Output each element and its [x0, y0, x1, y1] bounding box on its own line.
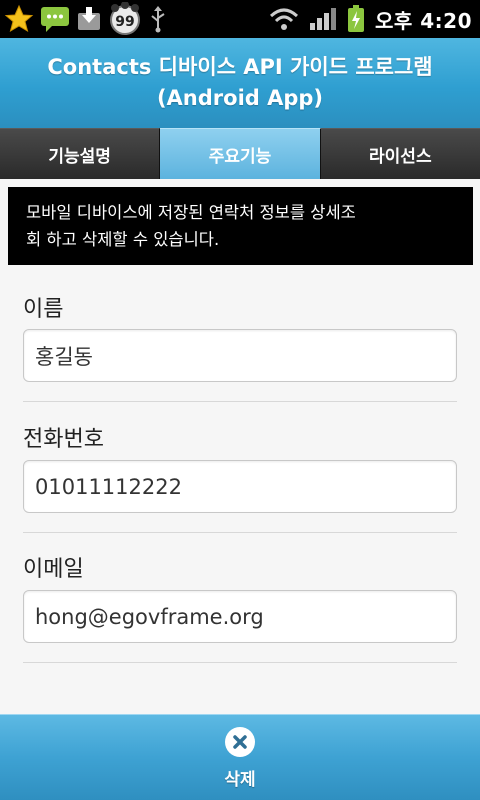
- tab-feature-description[interactable]: 기능설명: [0, 128, 161, 179]
- tab-main-features[interactable]: 주요기능: [160, 128, 321, 179]
- description-line-2: 회 하고 삭제할 수 있습니다.: [26, 230, 220, 249]
- header-title: Contacts 디바이스 API 가이드 프로그램: [47, 55, 433, 79]
- star-icon: [4, 4, 34, 34]
- status-bar-system: 오후 4:20: [269, 3, 472, 35]
- phone-label: 전화번호: [23, 427, 104, 452]
- divider: [23, 532, 457, 533]
- tab-license[interactable]: 라이선스: [320, 128, 480, 179]
- name-label: 이름: [23, 297, 64, 322]
- divider: [23, 662, 457, 663]
- message-icon: [40, 5, 70, 33]
- notification-badge-icon: 99: [108, 2, 142, 36]
- name-field[interactable]: [23, 329, 457, 382]
- signal-icon: [309, 7, 337, 31]
- delete-button-label: 삭제: [224, 769, 256, 790]
- status-bar-notifications: 99: [4, 2, 168, 36]
- wifi-icon: [269, 7, 299, 31]
- header-subtitle: (Android App): [156, 86, 324, 110]
- clock-time: 오후 4:20: [374, 8, 472, 33]
- battery-charging-icon: [347, 5, 365, 33]
- divider: [23, 401, 457, 402]
- download-icon: [76, 5, 102, 33]
- app-header: Contacts 디바이스 API 가이드 프로그램 (Android App): [0, 38, 480, 128]
- delete-button[interactable]: 삭제: [0, 715, 480, 800]
- status-bar: 99 오후 4:20: [0, 0, 480, 38]
- tab-bar: 기능설명 주요기능 라이선스: [0, 128, 480, 179]
- description-box: 모바일 디바이스에 저장된 연락처 정보를 상세조 회 하고 삭제할 수 있습니…: [8, 187, 473, 265]
- close-circle-icon: [225, 726, 255, 757]
- description-line-1: 모바일 디바이스에 저장된 연락처 정보를 상세조: [26, 203, 356, 222]
- footer-bar: 삭제: [0, 714, 480, 800]
- email-field[interactable]: [23, 590, 457, 643]
- usb-icon: [148, 5, 168, 33]
- badge-count: 99: [115, 14, 134, 30]
- email-label: 이메일: [23, 557, 84, 582]
- phone-field[interactable]: [23, 460, 457, 513]
